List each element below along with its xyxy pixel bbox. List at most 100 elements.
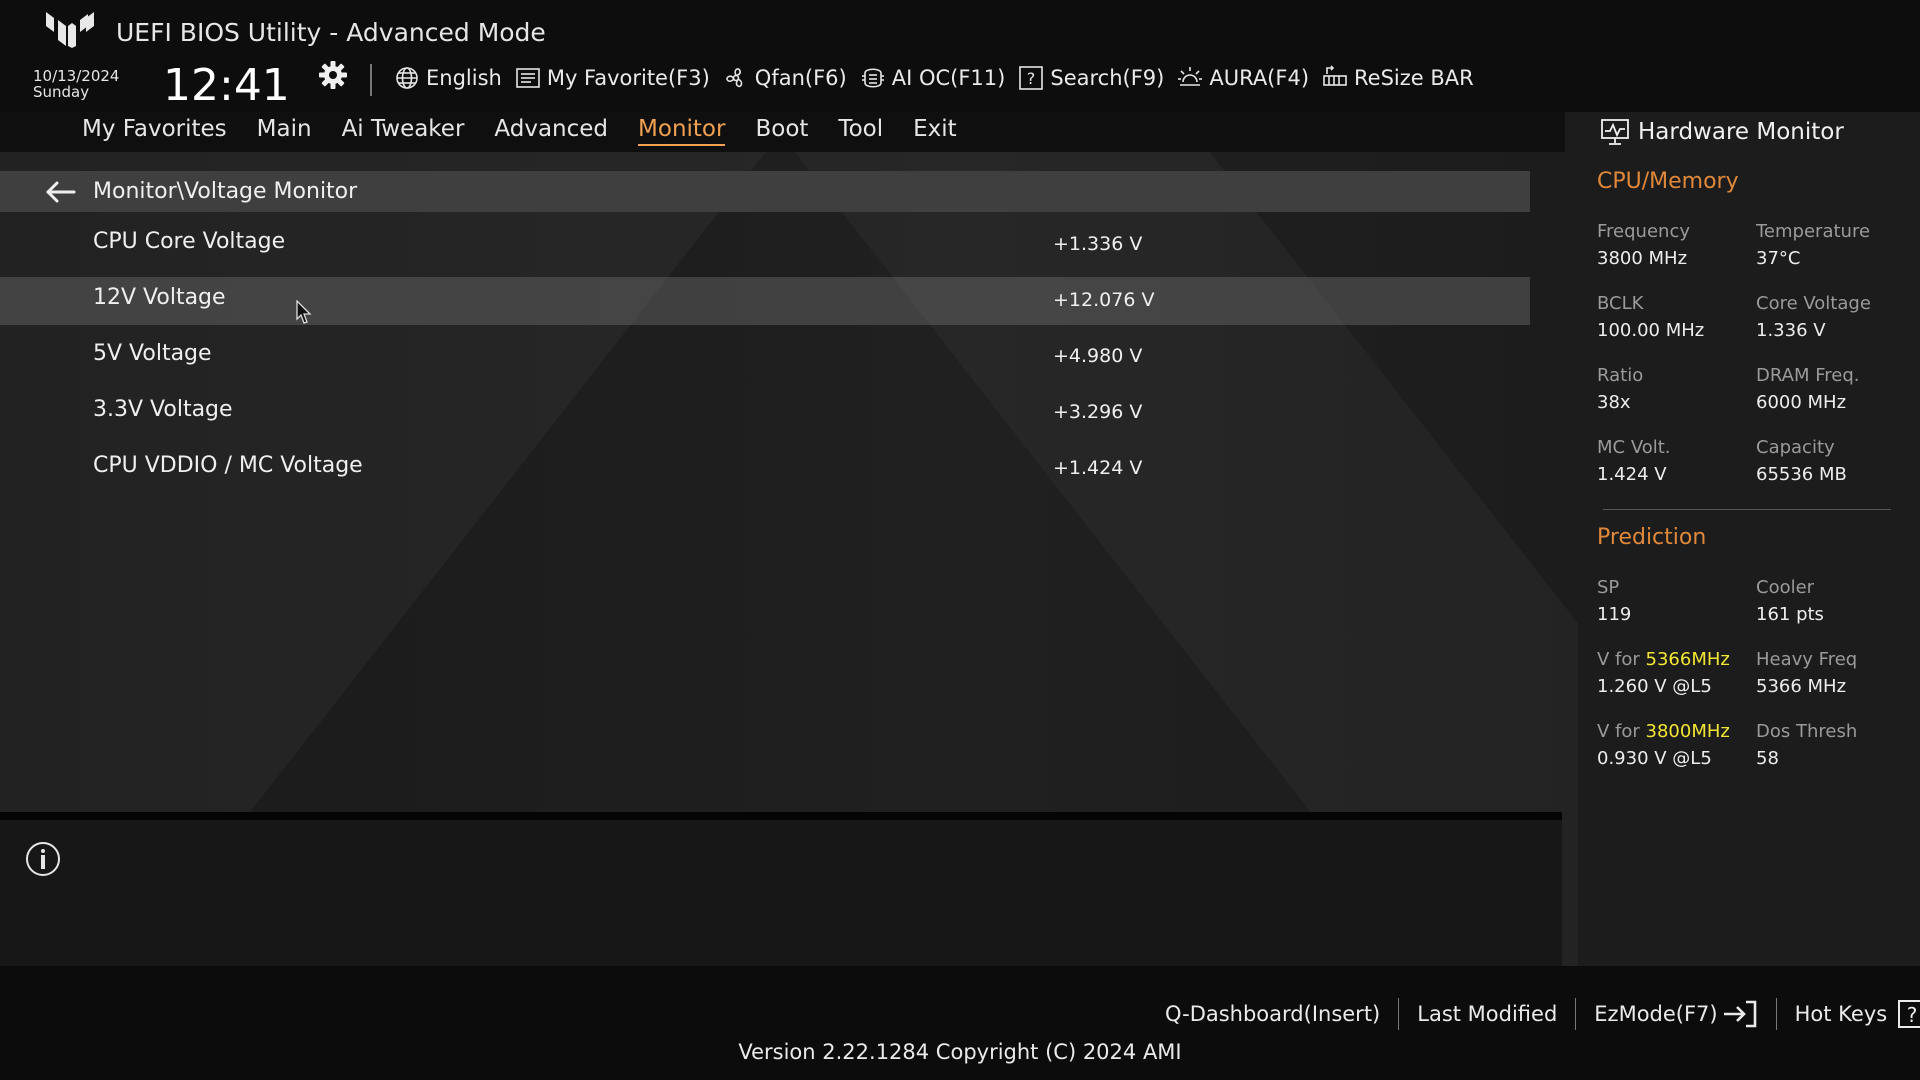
resize-bar-icon <box>1323 65 1347 86</box>
hw-label: Frequency <box>1597 221 1690 242</box>
tab-tool[interactable]: Tool <box>838 116 883 146</box>
info-icon <box>26 842 60 876</box>
toolbar-resize-bar[interactable]: ReSize BAR <box>1322 65 1474 91</box>
tab-monitor[interactable]: Monitor <box>638 116 726 146</box>
breadcrumb-path: Monitor\Voltage Monitor <box>93 179 358 204</box>
toolbar-resize-bar-label: ReSize BAR <box>1354 66 1474 90</box>
hw-label: Capacity <box>1756 437 1835 458</box>
row-label: 12V Voltage <box>93 285 226 310</box>
list-item[interactable]: 3.3V Voltage +3.296 V <box>0 389 1530 437</box>
hardware-monitor-title: Hardware Monitor <box>1638 119 1844 145</box>
toolbar-aura-label: AURA(F4) <box>1209 66 1310 90</box>
footer-divider <box>1398 998 1400 1030</box>
toolbar-ai-oc[interactable]: AI OC(F11) <box>860 65 1006 91</box>
hot-keys-label: Hot Keys <box>1794 1002 1888 1026</box>
toolbar-qfan[interactable]: Qfan(F6) <box>723 65 847 91</box>
hw-value: 100.00 MHz <box>1597 320 1705 341</box>
hw-freq-highlight: 5366MHz <box>1645 649 1730 670</box>
hw-value: 38x <box>1597 392 1631 413</box>
hw-label: MC Volt. <box>1597 437 1671 458</box>
hw-v-for-low: V for 3800MHz 0.930 V @L5 <box>1597 719 1730 773</box>
q-dashboard-button[interactable]: Q-Dashboard(Insert) <box>1165 1002 1380 1026</box>
hw-value: 3800 MHz <box>1597 248 1688 269</box>
hw-value: 5366 MHz <box>1756 676 1847 697</box>
toolbar-language-label: English <box>426 66 502 90</box>
hw-heavy-freq: Heavy Freq 5366 MHz <box>1756 647 1857 701</box>
day-text: Sunday <box>33 83 90 101</box>
toolbar-my-favorite[interactable]: My Favorite(F3) <box>515 65 710 91</box>
aura-light-icon <box>1178 67 1203 86</box>
hw-label-prefix: V for <box>1597 649 1646 670</box>
row-label: 5V Voltage <box>93 341 212 366</box>
hw-divider <box>1603 509 1891 510</box>
toolbar-divider <box>370 64 372 96</box>
tab-main[interactable]: Main <box>257 116 312 146</box>
list-item[interactable]: 5V Voltage +4.980 V <box>0 333 1530 381</box>
monitor-icon <box>1601 119 1629 145</box>
hot-keys-button[interactable]: Hot Keys ? <box>1795 999 1920 1029</box>
footer-divider <box>1575 998 1577 1030</box>
exit-arrow-icon <box>1723 1000 1756 1028</box>
svg-text:?: ? <box>1027 69 1036 88</box>
gear-icon[interactable] <box>318 60 348 90</box>
ez-mode-button[interactable]: EzMode(F7) <box>1594 999 1757 1029</box>
toolbar-ai-oc-label: AI OC(F11) <box>891 66 1006 90</box>
version-text: Version 2.22.1284 Copyright (C) 2024 AMI <box>738 1040 1182 1064</box>
mouse-cursor-icon <box>296 300 312 324</box>
hw-value: 161 pts <box>1756 604 1824 625</box>
tab-ai-tweaker[interactable]: Ai Tweaker <box>342 116 465 146</box>
hw-value: 58 <box>1756 748 1779 769</box>
ez-mode-label: EzMode(F7) <box>1594 1002 1718 1026</box>
row-value: +3.296 V <box>1053 401 1143 423</box>
help-divider <box>0 812 1562 820</box>
fan-icon <box>725 68 743 88</box>
hw-dos-thresh: Dos Thresh 58 <box>1756 719 1857 773</box>
app-title: UEFI BIOS Utility - Advanced Mode <box>116 18 546 47</box>
hw-label: V for 5366MHz <box>1597 647 1730 673</box>
date-text: 10/13/2024 <box>33 67 120 85</box>
favorite-list-icon <box>516 68 540 88</box>
search-help-icon: ? <box>1019 66 1044 90</box>
hw-frequency: Frequency 3800 MHz <box>1597 219 1690 273</box>
prediction-heading: Prediction <box>1597 525 1707 550</box>
list-item[interactable]: CPU VDDIO / MC Voltage +1.424 V <box>0 445 1530 493</box>
svg-text:?: ? <box>1907 1003 1918 1027</box>
hw-value: 1.424 V <box>1597 464 1667 485</box>
tab-exit[interactable]: Exit <box>913 116 957 146</box>
help-question-icon: ? <box>1898 1000 1920 1028</box>
hw-label: Cooler <box>1756 577 1815 598</box>
hw-dram-freq: DRAM Freq. 6000 MHz <box>1756 363 1859 417</box>
toolbar-aura[interactable]: AURA(F4) <box>1177 65 1309 91</box>
hw-value: 6000 MHz <box>1756 392 1847 413</box>
list-item[interactable]: 12V Voltage +12.076 V <box>0 277 1530 325</box>
hw-label: Core Voltage <box>1756 293 1871 314</box>
toolbar-search[interactable]: ? Search(F9) <box>1018 65 1164 91</box>
breadcrumb: Monitor\Voltage Monitor <box>0 171 1530 212</box>
last-modified-button[interactable]: Last Modified <box>1417 1002 1557 1026</box>
tab-boot[interactable]: Boot <box>755 116 808 146</box>
main-nav: My Favorites Main Ai Tweaker Advanced Mo… <box>82 116 987 146</box>
hw-capacity: Capacity 65536 MB <box>1756 435 1847 489</box>
toolbar-language[interactable]: English <box>394 65 502 91</box>
row-value: +12.076 V <box>1053 289 1155 311</box>
hw-sp: SP 119 <box>1597 575 1631 629</box>
row-label: 3.3V Voltage <box>93 397 233 422</box>
toolbar-search-label: Search(F9) <box>1050 66 1165 90</box>
hw-value: 1.260 V @L5 <box>1597 676 1712 697</box>
back-arrow-icon[interactable] <box>44 179 78 205</box>
tab-advanced[interactable]: Advanced <box>494 116 608 146</box>
tab-my-favorites[interactable]: My Favorites <box>82 116 227 146</box>
row-label: CPU VDDIO / MC Voltage <box>93 453 363 478</box>
tuf-logo-icon <box>46 12 94 48</box>
hardware-monitor-header: Hardware Monitor <box>1600 118 1844 146</box>
list-item[interactable]: CPU Core Voltage +1.336 V <box>0 221 1530 269</box>
date-display: 10/13/2024 Sunday <box>33 68 119 100</box>
row-label: CPU Core Voltage <box>93 229 286 254</box>
hw-value: 119 <box>1597 604 1632 625</box>
toolbar: English My Favorite(F3) Qfan(F6) AI OC(F… <box>394 62 1487 94</box>
hw-label: DRAM Freq. <box>1756 365 1860 386</box>
hw-label: Heavy Freq <box>1756 649 1858 670</box>
toolbar-my-favorite-label: My Favorite(F3) <box>546 66 710 90</box>
hw-label: Dos Thresh <box>1756 721 1858 742</box>
row-value: +1.336 V <box>1053 233 1143 255</box>
